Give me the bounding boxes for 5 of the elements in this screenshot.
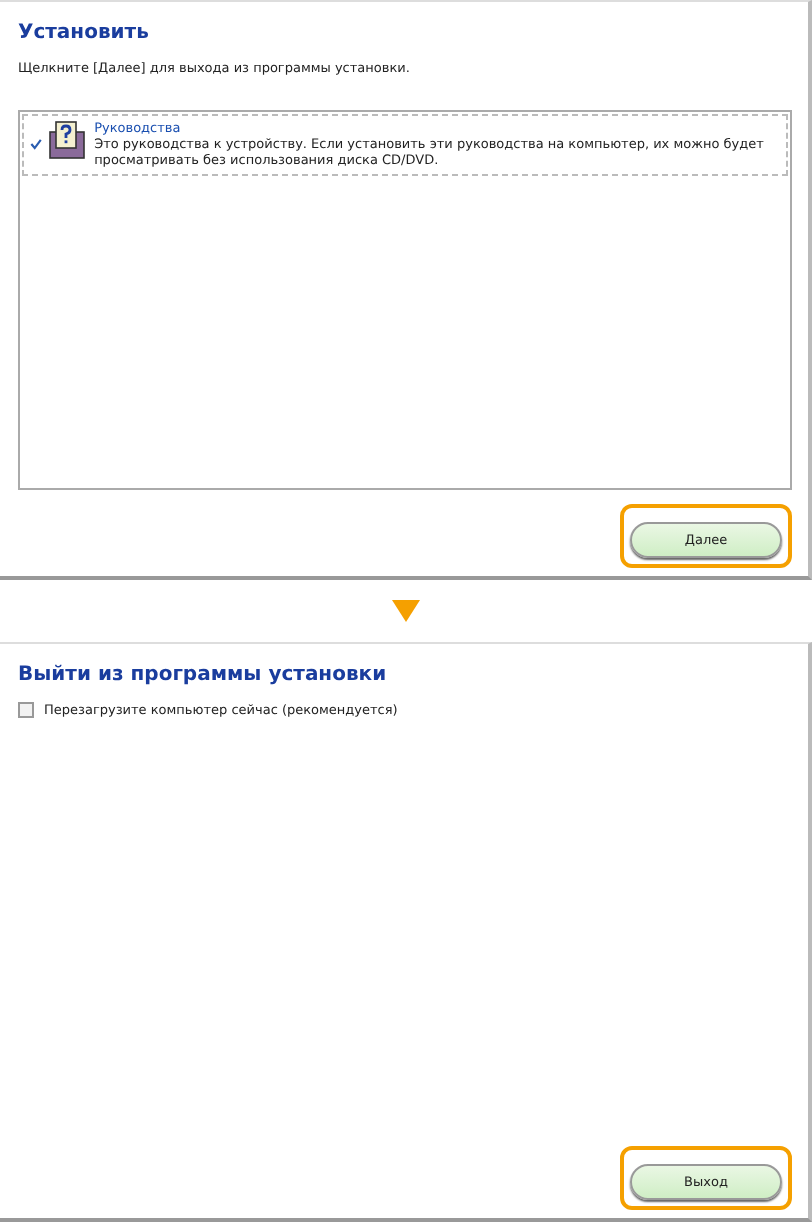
help-book-icon <box>48 120 89 160</box>
checkbox[interactable] <box>18 702 34 718</box>
panel-title: Выйти из программы установки <box>18 664 389 686</box>
panel-title: Установить <box>18 22 151 44</box>
down-arrow-icon <box>392 600 420 622</box>
